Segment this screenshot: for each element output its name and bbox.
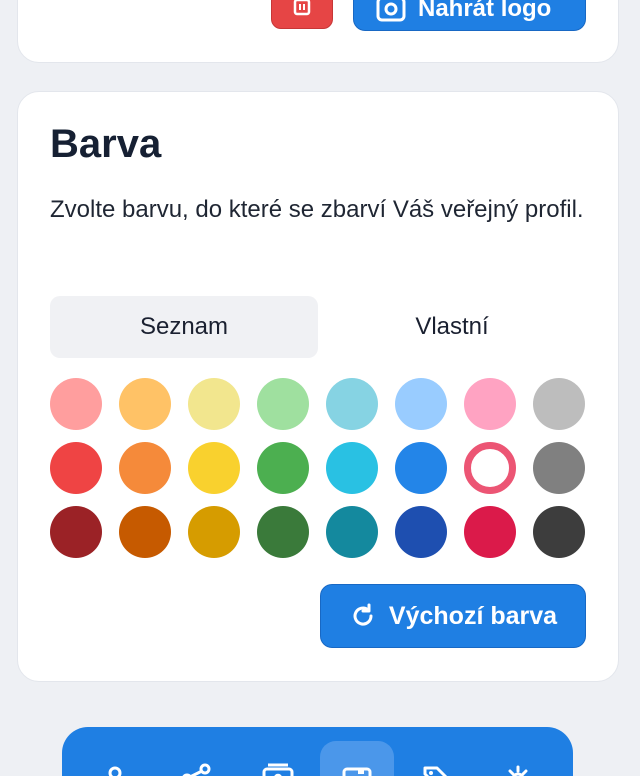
upload-logo-label: Nahrát logo — [418, 0, 552, 22]
color-swatch[interactable] — [119, 442, 171, 494]
image-icon — [376, 0, 406, 22]
logo-card: Nahrát logo — [17, 0, 619, 63]
gear-icon — [508, 765, 528, 776]
color-swatch-grid — [50, 378, 586, 558]
color-swatch[interactable] — [395, 378, 447, 430]
nav-item-card[interactable] — [241, 741, 315, 776]
color-swatch[interactable] — [50, 442, 102, 494]
color-card: Barva Zvolte barvu, do které se zbarví V… — [17, 91, 619, 682]
color-swatch[interactable] — [50, 378, 102, 430]
trash-icon — [293, 0, 311, 16]
bottom-navigation — [62, 727, 573, 776]
tab-custom[interactable]: Vlastní — [318, 296, 586, 358]
color-swatch[interactable] — [326, 378, 378, 430]
color-swatch[interactable] — [464, 378, 516, 430]
id-card-icon — [262, 763, 294, 776]
color-mode-tabs: Seznam Vlastní — [50, 296, 586, 358]
nav-item-profile[interactable] — [78, 741, 152, 776]
color-swatch[interactable] — [50, 506, 102, 558]
color-card-description: Zvolte barvu, do které se zbarví Váš veř… — [50, 196, 584, 223]
default-color-button[interactable]: Výchozí barva — [320, 584, 586, 648]
color-swatch[interactable] — [257, 378, 309, 430]
nav-item-logo[interactable] — [320, 741, 394, 776]
upload-logo-button[interactable]: Nahrát logo — [353, 0, 586, 31]
color-swatch[interactable] — [257, 442, 309, 494]
refresh-icon — [353, 603, 373, 626]
color-swatch[interactable] — [533, 506, 585, 558]
tab-list[interactable]: Seznam — [50, 296, 318, 358]
color-swatch[interactable] — [119, 378, 171, 430]
color-swatch[interactable] — [464, 506, 516, 558]
share-icon — [182, 763, 211, 776]
nav-item-settings[interactable] — [481, 741, 555, 776]
color-swatch[interactable] — [257, 506, 309, 558]
color-swatch[interactable] — [326, 506, 378, 558]
color-swatch[interactable] — [119, 506, 171, 558]
color-swatch[interactable] — [188, 442, 240, 494]
nav-item-share[interactable] — [159, 741, 233, 776]
color-swatch[interactable] — [533, 442, 585, 494]
color-swatch[interactable] — [395, 442, 447, 494]
color-swatch[interactable] — [188, 506, 240, 558]
delete-logo-button[interactable] — [271, 0, 333, 29]
tag-icon — [423, 766, 448, 776]
nav-item-tags[interactable] — [400, 741, 474, 776]
user-icon — [108, 766, 122, 776]
image-icon — [342, 767, 372, 776]
color-swatch[interactable] — [533, 378, 585, 430]
color-swatch[interactable] — [326, 442, 378, 494]
color-swatch[interactable] — [188, 378, 240, 430]
default-color-label: Výchozí barva — [388, 601, 558, 630]
color-swatch[interactable] — [464, 442, 516, 494]
color-card-title: Barva — [50, 122, 162, 166]
color-swatch[interactable] — [395, 506, 447, 558]
